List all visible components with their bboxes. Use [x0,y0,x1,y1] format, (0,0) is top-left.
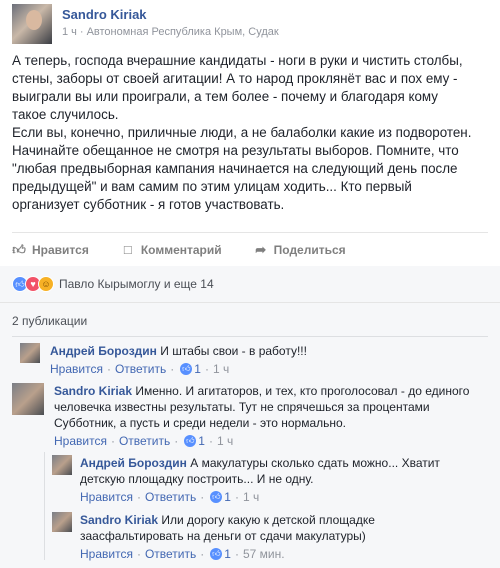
share-arrow-icon: ➦ [255,242,267,257]
comment-like-count[interactable]: 1 [224,546,231,562]
dot-separator: · [200,490,205,504]
comment-actions: Нравится · Ответить · 👍︎ 1 · 1 ч [50,361,490,377]
dot-separator: · [234,490,239,504]
comment-content: Андрей Бороздин И штабы свои - в работу!… [50,343,490,359]
commenter-name[interactable]: Андрей Бороздин [50,344,157,358]
comment-actions: Нравится · Ответить · 👍︎ 1 · 1 ч [80,489,480,505]
comment-like-count[interactable]: 1 [198,433,205,449]
dot-separator: · [136,490,141,504]
commenter-name[interactable]: Sandro Kiriak [54,384,132,398]
comments-count[interactable]: 2 публикации [12,314,87,328]
dot-separator: · [200,547,205,561]
comment-like-link[interactable]: Нравится [80,489,133,505]
comment-body: Андрей Бороздин А макулатуры сколько сда… [80,455,480,505]
comment-body: Sandro Kiriak Или дорогу какую к детской… [80,512,480,562]
comment-time[interactable]: 1 ч [213,361,229,377]
commenter-name[interactable]: Sandro Kiriak [80,513,158,527]
thumbs-up-icon: 👍︎ [210,491,223,503]
reply-thread-line [44,452,45,560]
dot-separator: · [204,362,209,376]
dot-separator: · [208,434,213,448]
comment-reply-link[interactable]: Ответить [145,489,196,505]
comment-button[interactable]: □ Комментарий [121,242,222,258]
comment-time[interactable]: 1 ч [217,433,233,449]
like-label: Нравится [32,243,89,257]
comment-text: И штабы свои - в работу!!! [156,344,307,358]
comment-content: Андрей Бороздин А макулатуры сколько сда… [80,455,480,487]
commenter-avatar[interactable] [12,383,44,415]
comment-like-link[interactable]: Нравится [50,361,103,377]
divider [12,232,488,233]
commenter-name[interactable]: Андрей Бороздин [80,456,187,470]
comment-content: Sandro Kiriak Именно. И агитаторов, и те… [54,383,494,431]
post-meta: 1 ч · Автономная Республика Крым, Судак [62,26,279,38]
thumbs-up-icon: 👍︎ [12,242,26,257]
comment-body: Sandro Kiriak Именно. И агитаторов, и те… [54,383,494,449]
comment-time[interactable]: 57 мин. [243,546,285,562]
dot-separator: · [170,362,175,376]
commenter-avatar[interactable] [52,455,72,475]
thumbs-up-icon: 👍︎ [184,435,197,447]
comment-label: Комментарий [140,243,222,257]
share-button[interactable]: ➦ Поделиться [254,242,346,258]
comment-time[interactable]: 1 ч [243,489,259,505]
thumbs-up-icon: 👍︎ [210,548,223,560]
post-time[interactable]: 1 ч [62,26,77,38]
dot-separator: · [106,362,111,376]
post-location[interactable]: Автономная Республика Крым, Судак [87,26,279,38]
dot-separator: · [174,434,179,448]
haha-reaction-icon: ☺ [38,276,54,292]
dot-separator: · [79,26,84,38]
reactions-label[interactable]: Павло Кырымоглу и еще 14 [59,277,214,291]
share-label: Поделиться [273,243,346,257]
thumbs-up-icon: 👍︎ [180,363,193,375]
comment-reply-link[interactable]: Ответить [115,361,166,377]
post-actions: 👍︎ Нравится □ Комментарий ➦ Поделиться [12,240,378,260]
comment-like-count[interactable]: 1 [224,489,231,505]
comment-body: Андрей Бороздин И штабы свои - в работу!… [50,343,490,377]
reactions-summary[interactable]: 👍︎ ♥ ☺ Павло Кырымоглу и еще 14 [12,276,214,292]
like-button[interactable]: 👍︎ Нравится [12,242,89,258]
divider [0,302,500,303]
comment-content: Sandro Kiriak Или дорогу какую к детской… [80,512,480,544]
dot-separator: · [136,547,141,561]
divider [12,336,488,337]
dot-separator: · [234,547,239,561]
post-card: Sandro Kiriak 1 ч · Автономная Республик… [0,0,500,568]
comment-reply-link[interactable]: Ответить [145,546,196,562]
post-paragraph-1: А теперь, господа вчерашние кандидаты - … [12,53,463,122]
commenter-avatar[interactable] [52,512,72,532]
comment-actions: Нравится · Ответить · 👍︎ 1 · 57 мин. [80,546,480,562]
comment-actions: Нравится · Ответить · 👍︎ 1 · 1 ч [54,433,494,449]
author-name[interactable]: Sandro Kiriak [62,7,147,22]
comment-like-count[interactable]: 1 [194,361,201,377]
comment-reply-link[interactable]: Ответить [119,433,170,449]
comment-like-link[interactable]: Нравится [54,433,107,449]
comment-like-link[interactable]: Нравится [80,546,133,562]
post-paragraph-2: Если вы, конечно, приличные люди, а не б… [12,125,472,212]
post-body: А теперь, господа вчерашние кандидаты - … [12,52,490,214]
dot-separator: · [110,434,115,448]
commenter-avatar[interactable] [20,343,40,363]
comment-icon: □ [123,242,132,257]
author-avatar[interactable] [12,4,52,44]
